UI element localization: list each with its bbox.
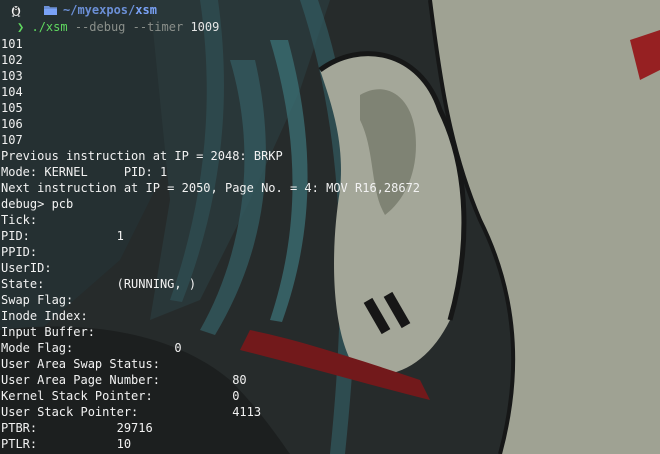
- output-line: 102: [1, 53, 23, 67]
- pcb-field: Input Buffer:: [1, 325, 95, 339]
- output-line: Mode: KERNEL PID: 1: [1, 165, 168, 179]
- current-directory: ~/myexpos/xsm: [63, 2, 157, 18]
- command-line: ❯ ./xsm --debug --timer 1009: [0, 19, 219, 35]
- pcb-field: PPID:: [1, 245, 38, 259]
- pcb-field: Tick:: [1, 213, 38, 227]
- output-line: 107: [1, 133, 23, 147]
- pcb-field: User Area Swap Status:: [1, 357, 160, 371]
- output-line: 104: [1, 85, 23, 99]
- command-name: ./xsm: [31, 20, 68, 34]
- prompt-chevron: ❯: [17, 20, 25, 34]
- pcb-field: State: (RUNNING, ): [1, 277, 197, 291]
- pcb-field: User Stack Pointer: 4113: [1, 405, 262, 419]
- pcb-field: PID: 1: [1, 229, 124, 243]
- pcb-field: UserID:: [1, 261, 52, 275]
- output-line: 105: [1, 101, 23, 115]
- cwd-last-segment: xsm: [135, 3, 157, 17]
- pcb-field: User Area Page Number: 80: [1, 373, 247, 387]
- pcb-field: PTBR: 29716: [1, 421, 153, 435]
- output-line: Next instruction at IP = 2050, Page No. …: [1, 181, 421, 195]
- output-line: Previous instruction at IP = 2048: BRKP: [1, 149, 283, 163]
- pcb-field: PTLR: 10: [1, 437, 132, 451]
- command-args: --debug --timer: [74, 20, 184, 34]
- pcb-field: Mode Flag: 0: [1, 341, 182, 355]
- pcb-field: Swap Flag:: [1, 293, 74, 307]
- cwd-prefix: ~/myexpos/: [63, 3, 136, 17]
- folder-icon: [44, 6, 57, 15]
- shell-prompt: ~/myexpos/xsm: [0, 0, 660, 20]
- output-line: 106: [1, 117, 23, 131]
- command-timer-value: 1009: [190, 20, 220, 34]
- output-line: 103: [1, 69, 23, 83]
- pcb-field: Kernel Stack Pointer: 0: [1, 389, 240, 403]
- debug-prompt-line: debug> pcb: [1, 197, 74, 211]
- output-line: 101: [1, 37, 23, 51]
- terminal-window[interactable]: ~/myexpos/xsm ❯ ./xsm --debug --timer 10…: [0, 0, 660, 454]
- pcb-field: Inode Index:: [1, 309, 88, 323]
- linux-tux-icon: [11, 6, 21, 17]
